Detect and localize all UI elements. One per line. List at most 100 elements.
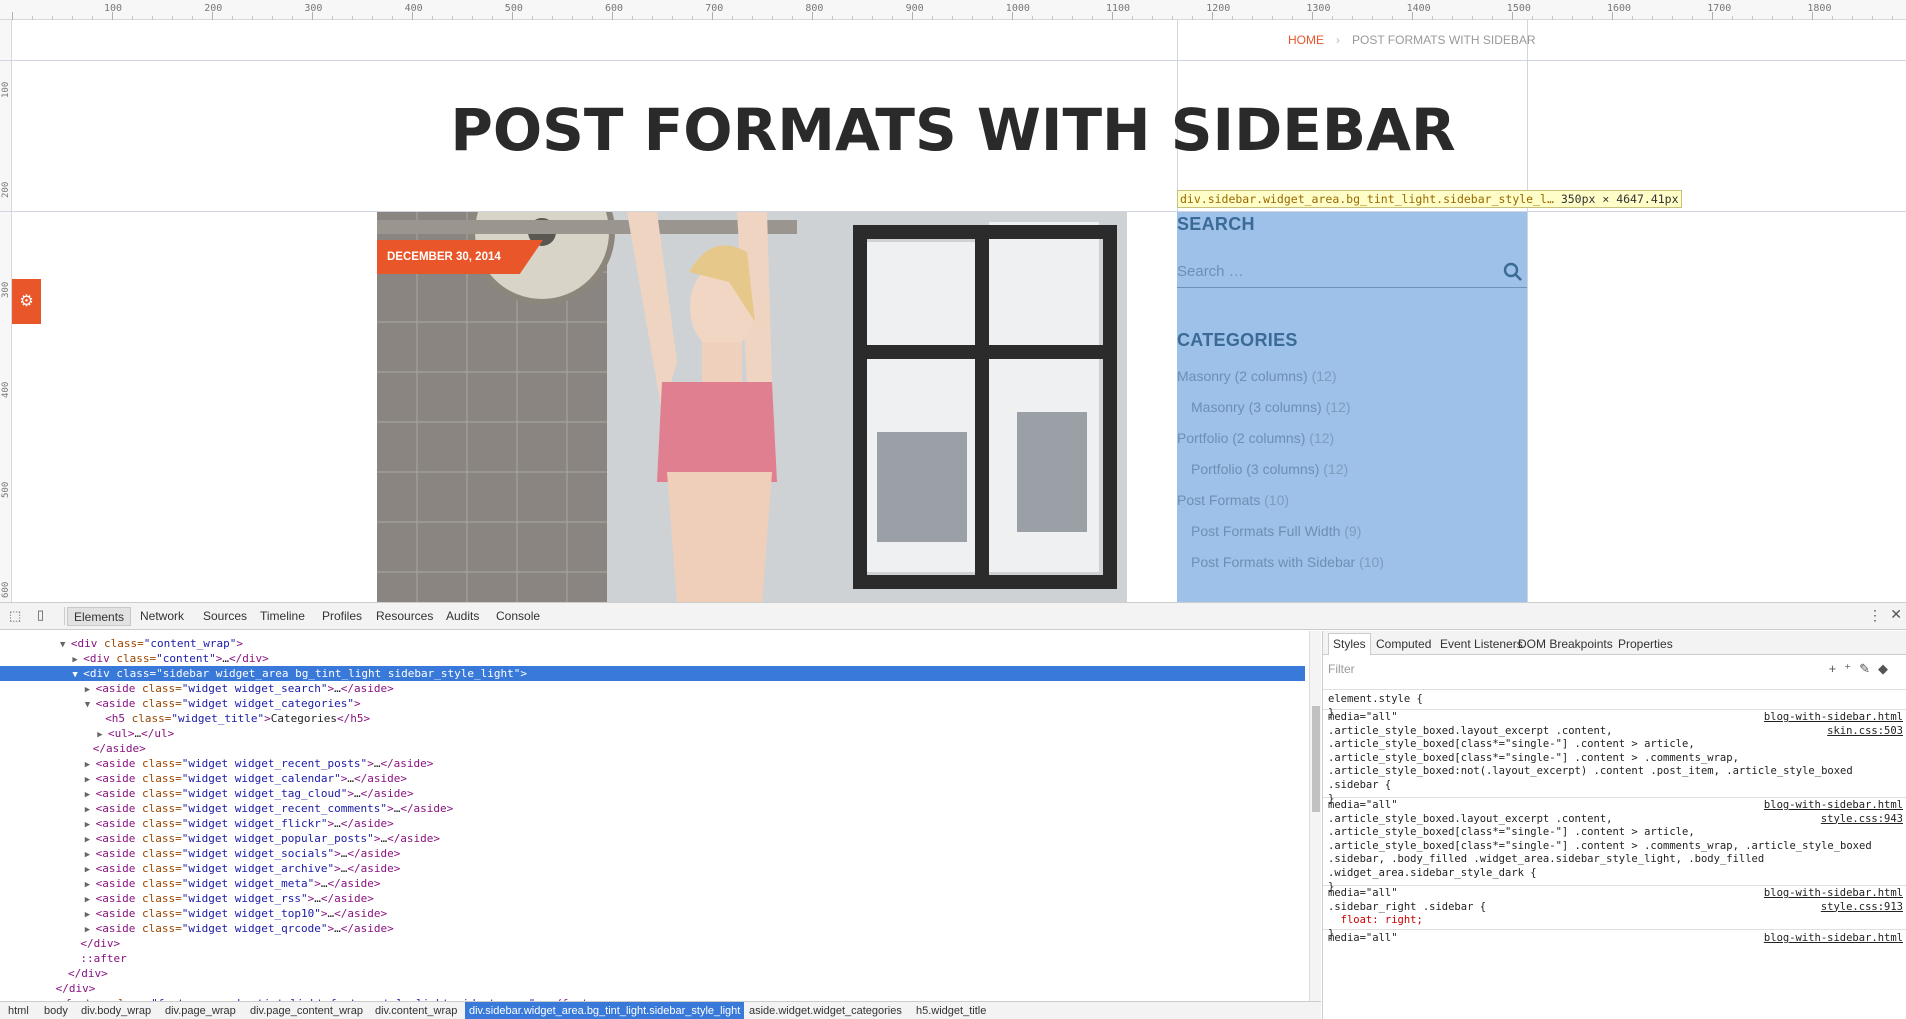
dom-tree[interactable]: ▼ <div class="content_wrap"> ▶ <div class… [0, 631, 1305, 1001]
category-link[interactable]: Post Formats [1177, 492, 1260, 508]
category-item[interactable]: Post Formats with Sidebar (10) [1191, 554, 1384, 570]
style-source-link[interactable]: blog-with-sidebar.html [1764, 931, 1903, 945]
dom-node[interactable]: ▶ <aside class="widget widget_flickr">…<… [0, 816, 1305, 831]
dom-node[interactable]: ▶ <ul>…</ul> [0, 726, 1305, 741]
dom-node[interactable]: </aside> [0, 741, 1305, 756]
style-source-link[interactable]: skin.css:503 [1827, 724, 1903, 738]
category-link[interactable]: Masonry (2 columns) [1177, 368, 1308, 384]
dom-breadcrumb-item[interactable]: body [40, 1004, 72, 1019]
dom-node[interactable]: ▶ <aside class="widget widget_recent_com… [0, 801, 1305, 816]
tab-resources[interactable]: Resources [376, 609, 433, 623]
tab-console[interactable]: Console [496, 609, 540, 623]
category-item[interactable]: Post Formats Full Width (9) [1191, 523, 1361, 539]
dom-node[interactable]: ▶ <aside class="widget widget_tag_cloud"… [0, 786, 1305, 801]
dom-node[interactable]: ▶ <aside class="widget widget_search">…<… [0, 681, 1305, 696]
tab-elements[interactable]: Elements [67, 607, 132, 626]
styles-tab-computed[interactable]: Computed [1376, 637, 1431, 651]
expand-arrow-icon[interactable]: ▼ [60, 640, 71, 650]
styles-tab-styles[interactable]: Styles [1328, 633, 1371, 655]
expand-arrow-icon[interactable]: ▶ [85, 850, 96, 860]
category-item[interactable]: Portfolio (2 columns) (12) [1177, 430, 1334, 446]
category-link[interactable]: Post Formats Full Width [1191, 523, 1340, 539]
expand-arrow-icon[interactable]: ▶ [85, 685, 96, 695]
styles-tab-dom-breakpoints[interactable]: DOM Breakpoints [1518, 637, 1613, 651]
style-source-link[interactable]: blog-with-sidebar.html [1764, 798, 1903, 812]
dom-node[interactable]: ▼ <div class="content_wrap"> [0, 636, 1305, 651]
category-link[interactable]: Portfolio (2 columns) [1177, 430, 1305, 446]
dom-node[interactable]: ::after [0, 951, 1305, 966]
expand-arrow-icon[interactable]: ▶ [85, 790, 96, 800]
dom-node[interactable]: </div> [0, 936, 1305, 951]
dom-node[interactable]: ▶ <aside class="widget widget_qrcode">…<… [0, 921, 1305, 936]
dom-scrollbar[interactable] [1309, 631, 1321, 1001]
expand-arrow-icon[interactable]: ▶ [85, 775, 96, 785]
styles-toolbar-icons[interactable]: +⁺✎◆ [1829, 661, 1896, 677]
category-link[interactable]: Masonry (3 columns) [1191, 399, 1322, 415]
expand-arrow-icon[interactable]: ▶ [85, 910, 96, 920]
dom-node[interactable]: <h5 class="widget_title">Categories</h5> [0, 711, 1305, 726]
dom-node[interactable]: ▶ <aside class="widget widget_archive">…… [0, 861, 1305, 876]
dom-breadcrumb-item[interactable]: div.body_wrap [77, 1004, 155, 1019]
expand-arrow-icon[interactable]: ▶ [85, 865, 96, 875]
dom-node[interactable]: ▶ <aside class="widget widget_socials">…… [0, 846, 1305, 861]
dom-breadcrumb-item[interactable]: h5.widget_title [912, 1004, 990, 1019]
ruler-tick [552, 16, 553, 20]
expand-arrow-icon[interactable]: ▶ [85, 895, 96, 905]
tab-network[interactable]: Network [140, 609, 184, 623]
dom-node[interactable]: </div> [0, 966, 1305, 981]
dom-node[interactable]: ▶ <aside class="widget widget_meta">…</a… [0, 876, 1305, 891]
expand-arrow-icon[interactable]: ▶ [72, 655, 83, 665]
dom-node[interactable]: </div> [0, 981, 1305, 996]
tab-profiles[interactable]: Profiles [322, 609, 362, 623]
style-source-link[interactable]: style.css:913 [1821, 900, 1903, 914]
style-source-link[interactable]: blog-with-sidebar.html [1764, 710, 1903, 724]
dom-node[interactable]: ▶ <aside class="widget widget_rss">…</as… [0, 891, 1305, 906]
close-icon[interactable]: ✕ [1890, 606, 1902, 623]
dom-node[interactable]: ▶ <aside class="widget widget_calendar">… [0, 771, 1305, 786]
tab-sources[interactable]: Sources [203, 609, 247, 623]
dom-node[interactable]: ▶ <aside class="widget widget_recent_pos… [0, 756, 1305, 771]
tab-audits[interactable]: Audits [446, 609, 479, 623]
style-source-link[interactable]: style.css:943 [1821, 812, 1903, 826]
styles-tab-properties[interactable]: Properties [1618, 637, 1673, 651]
expand-arrow-icon[interactable]: ▼ [72, 670, 83, 680]
inspect-element-icon[interactable]: ⬚ [9, 608, 21, 624]
category-link[interactable]: Portfolio (3 columns) [1191, 461, 1319, 477]
dom-node[interactable]: ▶ <aside class="widget widget_top10">…</… [0, 906, 1305, 921]
breadcrumb-home-link[interactable]: HOME [1288, 33, 1324, 47]
search-icon[interactable] [1503, 262, 1523, 282]
style-rule-line: .sidebar { [1328, 778, 1903, 792]
styles-tab-event-listeners[interactable]: Event Listeners [1440, 637, 1523, 651]
expand-arrow-icon[interactable]: ▶ [85, 820, 96, 830]
customizer-toggle[interactable]: ⚙ [12, 279, 41, 324]
dom-breadcrumb-item[interactable]: div.sidebar.widget_area.bg_tint_light.si… [465, 1002, 745, 1019]
search-input[interactable] [1177, 258, 1477, 284]
dom-breadcrumb-item[interactable]: div.page_wrap [161, 1004, 240, 1019]
dom-node[interactable]: ▶ <aside class="widget widget_popular_po… [0, 831, 1305, 846]
expand-arrow-icon[interactable]: ▼ [85, 700, 96, 710]
dom-breadcrumb-item[interactable]: div.content_wrap [371, 1004, 461, 1019]
expand-arrow-icon[interactable]: ▶ [85, 835, 96, 845]
more-options-icon[interactable]: ⋮ [1868, 607, 1882, 624]
scrollbar-thumb[interactable] [1312, 706, 1320, 812]
dom-breadcrumb-item[interactable]: div.page_content_wrap [246, 1004, 367, 1019]
category-item[interactable]: Masonry (3 columns) (12) [1191, 399, 1351, 415]
dom-node[interactable]: ▶ <div class="content">…</div> [0, 651, 1305, 666]
style-source-link[interactable]: blog-with-sidebar.html [1764, 886, 1903, 900]
expand-arrow-icon[interactable]: ▶ [85, 925, 96, 935]
dom-breadcrumb-item[interactable]: html [4, 1004, 33, 1019]
dom-node[interactable]: ▼ <div class="sidebar widget_area bg_tin… [0, 666, 1305, 681]
device-mode-icon[interactable]: ▯ [37, 607, 44, 623]
dom-node[interactable]: ▼ <aside class="widget widget_categories… [0, 696, 1305, 711]
expand-arrow-icon[interactable]: ▶ [97, 730, 108, 740]
styles-filter-input[interactable]: Filter [1328, 662, 1355, 676]
category-item[interactable]: Portfolio (3 columns) (12) [1191, 461, 1348, 477]
expand-arrow-icon[interactable]: ▶ [85, 880, 96, 890]
dom-breadcrumb-item[interactable]: aside.widget.widget_categories [745, 1004, 906, 1019]
category-link[interactable]: Post Formats with Sidebar [1191, 554, 1355, 570]
expand-arrow-icon[interactable]: ▶ [85, 760, 96, 770]
tab-timeline[interactable]: Timeline [260, 609, 305, 623]
expand-arrow-icon[interactable]: ▶ [85, 805, 96, 815]
category-item[interactable]: Post Formats (10) [1177, 492, 1289, 508]
category-item[interactable]: Masonry (2 columns) (12) [1177, 368, 1337, 384]
